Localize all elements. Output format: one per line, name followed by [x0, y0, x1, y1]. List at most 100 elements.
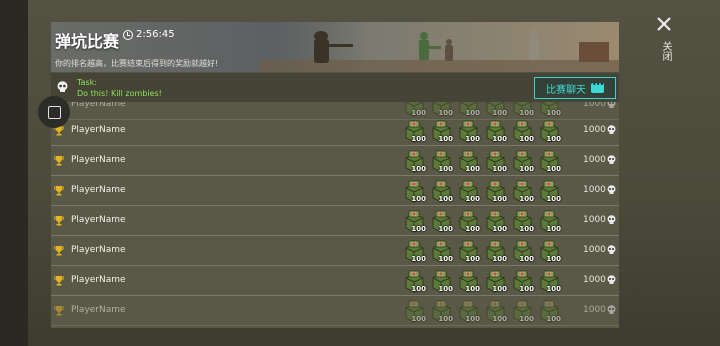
supply-crate-icon[interactable]: 100	[509, 298, 535, 324]
supply-crate-icon[interactable]: 100	[455, 178, 481, 204]
supply-crate-icon[interactable]: 100	[428, 298, 454, 324]
crate-count: 100	[546, 225, 561, 233]
supply-crate-icon[interactable]: 100	[482, 208, 508, 234]
supply-crate-icon[interactable]: 100	[536, 268, 562, 294]
skull-icon	[57, 81, 68, 92]
crate-count: 100	[546, 195, 561, 203]
leaderboard-row[interactable]: PlayerName 100 100 100 100 100 100 1000	[51, 206, 619, 236]
close-label: 关闭	[660, 41, 671, 61]
supply-crate-icon[interactable]: 100	[401, 298, 427, 324]
crate-count: 100	[519, 165, 534, 173]
player-score: 1000	[583, 215, 606, 225]
supply-crate-icon[interactable]: 100	[455, 118, 481, 144]
supply-crate-icon[interactable]: 100	[401, 178, 427, 204]
crate-count: 100	[492, 315, 507, 323]
supply-crate-icon[interactable]: 100	[428, 118, 454, 144]
crate-count: 100	[411, 165, 426, 173]
close-icon	[657, 17, 671, 31]
player-score: 1000	[583, 305, 606, 315]
crate-count: 100	[492, 165, 507, 173]
square-outline-icon	[47, 105, 61, 119]
player-score: 1000	[583, 275, 606, 285]
trophy-icon	[54, 276, 64, 286]
supply-crate-icon[interactable]: 100	[509, 148, 535, 174]
supply-crate-icon[interactable]: 100	[428, 148, 454, 174]
supply-crate-icon[interactable]: 100	[509, 118, 535, 144]
leaderboard-list[interactable]: PlayerName 100 100 100 100 100 100 1000 …	[51, 102, 619, 328]
supply-crate-icon[interactable]: 100	[428, 268, 454, 294]
tournament-subtitle: 你的排名越高，比赛结束后得到的奖励就越好!	[55, 59, 219, 68]
crate-count: 100	[492, 225, 507, 233]
supply-crate-icon[interactable]: 100	[509, 238, 535, 264]
supply-crate-icon[interactable]: 100	[482, 298, 508, 324]
crate-count: 100	[546, 255, 561, 263]
player-score: 1000	[583, 155, 606, 165]
player-name: PlayerName	[71, 275, 126, 285]
crate-count: 100	[492, 135, 507, 143]
supply-crate-icon[interactable]: 100	[536, 298, 562, 324]
supply-crate-icon[interactable]: 100	[401, 268, 427, 294]
tournament-chat-button[interactable]: 比赛聊天	[534, 77, 616, 99]
crate-count: 100	[438, 195, 453, 203]
supply-crate-icon[interactable]: 100	[482, 148, 508, 174]
supply-crate-icon[interactable]: 100	[536, 238, 562, 264]
task-bar: Task: Do this! Kill zombies! 比赛聊天	[51, 72, 619, 102]
chat-button-label: 比赛聊天	[546, 84, 586, 96]
crate-count: 100	[519, 135, 534, 143]
supply-crate-icon[interactable]: 100	[509, 178, 535, 204]
crate-count: 100	[411, 135, 426, 143]
reward-list: 100 100 100 100 100 100	[401, 118, 562, 144]
supply-crate-icon[interactable]: 100	[536, 208, 562, 234]
player-score: 1000	[583, 185, 606, 195]
supply-crate-icon[interactable]: 100	[428, 208, 454, 234]
supply-crate-icon[interactable]: 100	[428, 178, 454, 204]
crate-count: 100	[411, 285, 426, 293]
supply-crate-icon[interactable]: 100	[455, 208, 481, 234]
player-score: 1000	[583, 125, 606, 135]
supply-crate-icon[interactable]: 100	[509, 268, 535, 294]
crate-count: 100	[546, 135, 561, 143]
supply-crate-icon[interactable]: 100	[401, 208, 427, 234]
crate-count: 100	[465, 195, 480, 203]
supply-crate-icon[interactable]: 100	[482, 268, 508, 294]
skull-icon	[607, 155, 616, 164]
chat-bubble-icon	[591, 80, 604, 93]
trophy-icon	[54, 246, 64, 256]
leaderboard-row[interactable]: PlayerName 100 100 100 100 100 100 1000	[51, 296, 619, 326]
crate-count: 100	[438, 225, 453, 233]
trophy-icon	[54, 156, 64, 166]
supply-crate-icon[interactable]: 100	[401, 148, 427, 174]
leaderboard-row[interactable]: PlayerName 100 100 100 100 100 100 1000	[51, 236, 619, 266]
supply-crate-icon[interactable]: 100	[482, 118, 508, 144]
supply-crate-icon[interactable]: 100	[455, 238, 481, 264]
supply-crate-icon[interactable]: 100	[536, 118, 562, 144]
close-button[interactable]: 关闭	[652, 14, 676, 74]
crate-count: 100	[438, 315, 453, 323]
supply-crate-icon[interactable]: 100	[536, 178, 562, 204]
crate-count: 100	[465, 255, 480, 263]
leaderboard-row[interactable]: PlayerName 100 100 100 100 100 100 1000	[51, 266, 619, 296]
supply-crate-icon[interactable]: 100	[455, 268, 481, 294]
leaderboard-row[interactable]: PlayerName 100 100 100 100 100 100 1000	[51, 176, 619, 206]
crate-count: 100	[546, 315, 561, 323]
leaderboard-row[interactable]: PlayerName 100 100 100 100 100 100 1000	[51, 116, 619, 146]
supply-crate-icon[interactable]: 100	[509, 208, 535, 234]
reward-list: 100 100 100 100 100 100	[401, 178, 562, 204]
supply-crate-icon[interactable]: 100	[455, 298, 481, 324]
toggle-button[interactable]	[38, 96, 70, 128]
supply-crate-icon[interactable]: 100	[482, 238, 508, 264]
supply-crate-icon[interactable]: 100	[401, 238, 427, 264]
supply-crate-icon[interactable]: 100	[428, 238, 454, 264]
player-score: 1000	[583, 102, 606, 109]
banner: 弹坑比赛 2:56:45 你的排名越高，比赛结束后得到的奖励就越好!	[51, 22, 619, 72]
leaderboard-row[interactable]: PlayerName 100 100 100 100 100 100 1000	[51, 146, 619, 176]
reward-list: 100 100 100 100 100 100	[401, 208, 562, 234]
supply-crate-icon[interactable]: 100	[401, 118, 427, 144]
reward-list: 100 100 100 100 100 100	[401, 298, 562, 324]
supply-crate-icon[interactable]: 100	[455, 148, 481, 174]
countdown-timer: 2:56:45	[123, 29, 175, 40]
supply-crate-icon[interactable]: 100	[536, 148, 562, 174]
supply-crate-icon[interactable]: 100	[482, 178, 508, 204]
crate-count: 100	[438, 165, 453, 173]
crate-count: 100	[519, 195, 534, 203]
